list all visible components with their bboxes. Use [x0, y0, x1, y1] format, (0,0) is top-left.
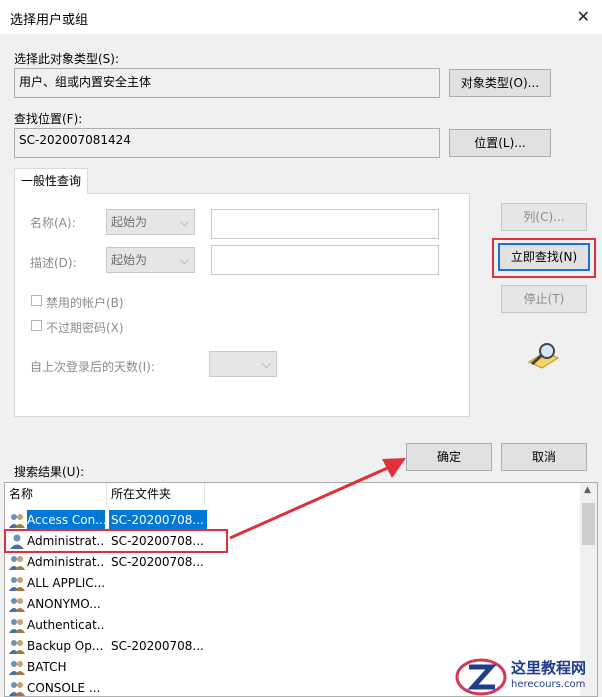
result-row[interactable]: ALL APPLIC...: [5, 573, 580, 594]
user-group-icon: [9, 577, 25, 591]
tab-general-query[interactable]: 一般性查询: [14, 168, 88, 194]
result-name: ALL APPLIC...: [27, 576, 105, 590]
non-expiring-password-label: 不过期密码(X): [46, 321, 124, 335]
days-since-logon-label: 自上次登录后的天数(I):: [30, 360, 155, 374]
column-header-folder[interactable]: 所在文件夹: [107, 483, 205, 505]
object-type-label: 选择此对象类型(S):: [14, 52, 120, 66]
description-input[interactable]: [211, 245, 439, 275]
result-folder: SC-20200708...: [111, 639, 204, 653]
user-group-icon: [9, 640, 25, 654]
user-group-icon: [9, 598, 25, 612]
user-group-icon: [9, 556, 25, 570]
annotation-arrow-icon: [229, 458, 406, 540]
result-name: Authenticat...: [27, 618, 105, 632]
name-operator-value: 起始为: [111, 215, 148, 229]
search-results-label: 搜索结果(U):: [14, 465, 85, 479]
watermark-url: herecours.com: [511, 679, 586, 690]
chevron-down-icon: ⌵: [179, 215, 189, 229]
locations-button[interactable]: 位置(L)...: [449, 129, 551, 157]
watermark-title: 这里教程网: [511, 659, 587, 677]
result-row[interactable]: ANONYMO...: [5, 594, 580, 615]
site-logo-icon: [455, 658, 507, 696]
result-name: Access Con...: [27, 510, 105, 531]
close-icon[interactable]: ✕: [577, 7, 590, 26]
description-operator-value: 起始为: [111, 253, 148, 267]
disabled-accounts-checkbox: [31, 295, 42, 306]
find-now-highlight: [492, 238, 596, 278]
stop-button: 停止(T): [501, 285, 587, 313]
result-name: Backup Op...: [27, 639, 104, 653]
description-operator-select: 起始为 ⌵: [106, 247, 195, 273]
result-row[interactable]: Backup Op... SC-20200708...: [5, 636, 580, 657]
user-group-icon: [9, 682, 25, 696]
object-types-button[interactable]: 对象类型(O)...: [449, 69, 551, 97]
result-folder: SC-20200708...: [109, 510, 207, 531]
window-title: 选择用户或组: [10, 13, 89, 28]
result-name: CONSOLE ...: [27, 681, 101, 695]
result-row[interactable]: Authenticat...: [5, 615, 580, 636]
title-bar: [0, 0, 602, 34]
name-operator-select: 起始为 ⌵: [106, 209, 195, 235]
name-label: 名称(A):: [30, 216, 76, 230]
watermark: 这里教程网 herecours.com: [455, 655, 602, 697]
result-name: Administrat...: [27, 555, 105, 569]
chevron-down-icon: ⌵: [261, 357, 271, 371]
user-group-icon: [9, 661, 25, 675]
description-label: 描述(D):: [30, 256, 77, 270]
days-since-logon-select: ⌵: [209, 351, 277, 377]
location-field: SC-202007081424: [14, 128, 440, 158]
disabled-accounts-label: 禁用的帐户(B): [46, 296, 124, 310]
result-folder: SC-20200708...: [111, 555, 204, 569]
scroll-up-icon[interactable]: ▲: [584, 485, 591, 495]
result-name: BATCH: [27, 660, 67, 674]
scrollbar-thumb[interactable]: [582, 503, 595, 545]
administrator-row-highlight: [4, 529, 228, 553]
object-type-field: 用户、组或内置安全主体: [14, 68, 440, 98]
user-group-icon: [9, 514, 25, 528]
user-group-icon: [9, 619, 25, 633]
chevron-down-icon: ⌵: [179, 253, 189, 267]
cancel-button[interactable]: 取消: [501, 443, 587, 471]
search-magnifier-icon: [527, 343, 560, 369]
name-input[interactable]: [211, 209, 439, 239]
columns-button: 列(C)...: [501, 203, 587, 231]
column-header-name[interactable]: 名称: [5, 483, 107, 505]
result-row[interactable]: Administrat... SC-20200708...: [5, 552, 580, 573]
location-label: 查找位置(F):: [14, 112, 83, 126]
result-name: ANONYMO...: [27, 597, 101, 611]
non-expiring-password-checkbox: [31, 320, 42, 331]
